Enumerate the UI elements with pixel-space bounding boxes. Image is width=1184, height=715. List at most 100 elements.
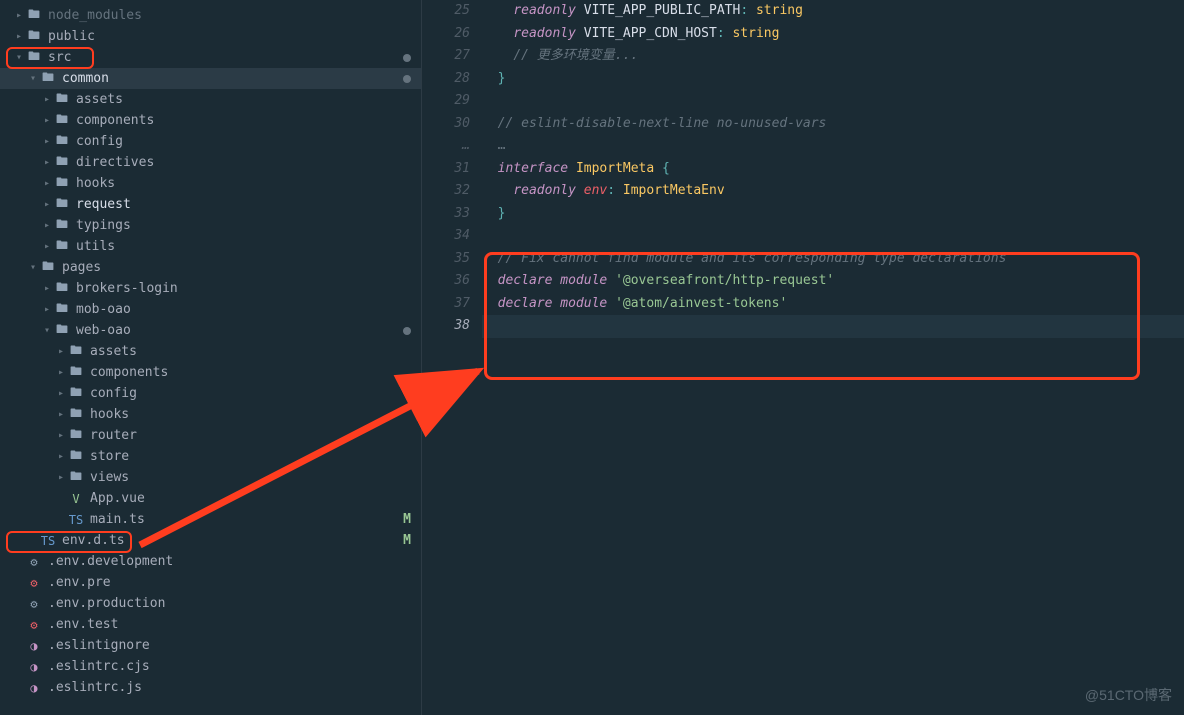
tree-item-label: utils bbox=[76, 239, 411, 254]
tree-item-directives[interactable]: ▸🖿directives bbox=[0, 152, 421, 173]
tree-item--eslintrc-cjs[interactable]: ◑.eslintrc.cjs bbox=[0, 656, 421, 677]
chevron-right-icon: ▸ bbox=[42, 304, 52, 315]
tree-item-label: components bbox=[76, 113, 411, 128]
line-number: 25 bbox=[422, 0, 480, 23]
tree-item-store[interactable]: ▸🖿store bbox=[0, 446, 421, 467]
tree-item-node-modules[interactable]: ▸🖿node_modules bbox=[0, 5, 421, 26]
tree-item-label: App.vue bbox=[90, 491, 411, 506]
tree-item-config[interactable]: ▸🖿config bbox=[0, 383, 421, 404]
tree-item-web-oao[interactable]: ▾🖿 web-oao bbox=[0, 320, 421, 341]
tree-item-label: web-oao bbox=[76, 323, 397, 338]
tree-item-App-vue[interactable]: VApp.vue bbox=[0, 488, 421, 509]
tree-item-label: store bbox=[90, 449, 411, 464]
code-line[interactable]: declare module '@atom/ainvest-tokens' bbox=[482, 293, 1184, 316]
tree-item--env-production[interactable]: ⚙ .env.production bbox=[0, 593, 421, 614]
tree-item-env-d-ts[interactable]: TSenv.d.tsM bbox=[0, 530, 421, 551]
folder-icon: 🖿 bbox=[68, 467, 84, 488]
tree-item--eslintrc-js[interactable]: ◑ .eslintrc.js bbox=[0, 677, 421, 698]
tree-item-hooks[interactable]: ▸🖿hooks bbox=[0, 173, 421, 194]
code-line[interactable]: // Fix cannot find module and its corres… bbox=[482, 248, 1184, 271]
tree-item-label: pages bbox=[62, 260, 411, 275]
folder-icon: 🖿 bbox=[68, 404, 84, 425]
chevron-right-icon: ▸ bbox=[42, 199, 52, 210]
code-line[interactable] bbox=[482, 315, 1184, 338]
code-line[interactable]: readonly VITE_APP_PUBLIC_PATH: string bbox=[482, 0, 1184, 23]
line-number: 32 bbox=[422, 180, 480, 203]
folder-icon: 🖿 bbox=[54, 131, 70, 152]
tree-item-assets[interactable]: ▸🖿assets bbox=[0, 89, 421, 110]
folder-icon: 🖿 bbox=[54, 173, 70, 194]
tree-item-label: .eslintrc.cjs bbox=[48, 659, 411, 674]
tree-item-label: .eslintignore bbox=[48, 638, 411, 653]
tree-item-router[interactable]: ▸🖿router bbox=[0, 425, 421, 446]
tree-item-label: node_modules bbox=[48, 8, 411, 23]
tree-item-label: main.ts bbox=[90, 512, 397, 527]
modified-dot-icon bbox=[403, 75, 411, 83]
folder-icon: 🖿 bbox=[54, 110, 70, 131]
tree-item-components[interactable]: ▸🖿components bbox=[0, 362, 421, 383]
env-file-icon: ⚙ bbox=[26, 597, 42, 611]
code-line[interactable]: readonly VITE_APP_CDN_HOST: string bbox=[482, 23, 1184, 46]
tree-item-public[interactable]: ▸🖿public bbox=[0, 26, 421, 47]
tree-item-request[interactable]: ▸🖿request bbox=[0, 194, 421, 215]
ts-file-icon: TS bbox=[68, 513, 84, 527]
tree-item-typings[interactable]: ▸🖿typings bbox=[0, 215, 421, 236]
git-status-badge: M bbox=[403, 533, 411, 548]
tree-item--env-development[interactable]: ⚙.env.development bbox=[0, 551, 421, 572]
tree-item--eslintignore[interactable]: ◑.eslintignore bbox=[0, 635, 421, 656]
chevron-down-icon: ▾ bbox=[28, 73, 38, 84]
tree-item-label: config bbox=[76, 134, 411, 149]
tree-item-label: src bbox=[48, 50, 397, 65]
tree-item-views[interactable]: ▸🖿views bbox=[0, 467, 421, 488]
tree-item-label: .env.development bbox=[48, 554, 411, 569]
chevron-right-icon: ▸ bbox=[42, 115, 52, 126]
tree-item-common[interactable]: ▾🖿common bbox=[0, 68, 421, 89]
code-line[interactable]: declare module '@overseafront/http-reque… bbox=[482, 270, 1184, 293]
line-number: 29 bbox=[422, 90, 480, 113]
chevron-right-icon: ▸ bbox=[56, 346, 66, 357]
tree-item--env-test[interactable]: ⚙.env.test bbox=[0, 614, 421, 635]
tree-item-label: .eslintrc.js bbox=[48, 680, 411, 695]
code-editor[interactable]: 252627282930…3132333435363738 readonly V… bbox=[422, 0, 1184, 715]
tree-item-label: request bbox=[76, 197, 411, 212]
tree-item-utils[interactable]: ▸🖿utils bbox=[0, 236, 421, 257]
tree-item--env-pre[interactable]: ⚙.env.pre bbox=[0, 572, 421, 593]
chevron-down-icon: ▾ bbox=[42, 325, 52, 336]
chevron-right-icon: ▸ bbox=[42, 220, 52, 231]
tree-item-label: brokers-login bbox=[76, 281, 411, 296]
folder-icon: 🖿 bbox=[40, 257, 56, 278]
tree-item-pages[interactable]: ▾🖿pages bbox=[0, 257, 421, 278]
code-line[interactable]: } bbox=[482, 68, 1184, 91]
code-area[interactable]: readonly VITE_APP_PUBLIC_PATH: string re… bbox=[482, 0, 1184, 715]
eslint-file-icon: ◑ bbox=[26, 681, 42, 695]
code-line[interactable] bbox=[482, 225, 1184, 248]
folder-icon: 🖿 bbox=[54, 320, 70, 341]
code-line[interactable]: readonly env: ImportMetaEnv bbox=[482, 180, 1184, 203]
code-line[interactable] bbox=[482, 90, 1184, 113]
chevron-right-icon: ▸ bbox=[56, 451, 66, 462]
line-number: 35 bbox=[422, 248, 480, 271]
tree-item-label: mob-oao bbox=[76, 302, 411, 317]
tree-item-hooks[interactable]: ▸🖿hooks bbox=[0, 404, 421, 425]
folder-icon: 🖿 bbox=[40, 68, 56, 89]
tree-item-label: .env.production bbox=[48, 596, 411, 611]
code-line[interactable]: } bbox=[482, 203, 1184, 226]
line-number: 26 bbox=[422, 23, 480, 46]
tree-item-mob-oao[interactable]: ▸🖿mob-oao bbox=[0, 299, 421, 320]
tree-item-label: hooks bbox=[90, 407, 411, 422]
code-line[interactable]: // eslint-disable-next-line no-unused-va… bbox=[482, 113, 1184, 136]
tree-item-assets[interactable]: ▸🖿assets bbox=[0, 341, 421, 362]
folder-icon: 🖿 bbox=[54, 89, 70, 110]
code-line[interactable]: interface ImportMeta { bbox=[482, 158, 1184, 181]
tree-item-config[interactable]: ▸🖿 config bbox=[0, 131, 421, 152]
tree-item-src[interactable]: ▾🖿src bbox=[0, 47, 421, 68]
code-line[interactable]: // 更多环境变量... bbox=[482, 45, 1184, 68]
line-number: 33 bbox=[422, 203, 480, 226]
tree-item-main-ts[interactable]: TSmain.tsM bbox=[0, 509, 421, 530]
chevron-right-icon: ▸ bbox=[42, 136, 52, 147]
file-explorer-sidebar[interactable]: ▸🖿node_modules▸🖿public▾🖿src▾🖿common▸🖿ass… bbox=[0, 0, 422, 715]
tree-item-components[interactable]: ▸🖿 components bbox=[0, 110, 421, 131]
chevron-right-icon: ▸ bbox=[42, 157, 52, 168]
tree-item-brokers-login[interactable]: ▸🖿brokers-login bbox=[0, 278, 421, 299]
chevron-right-icon: ▸ bbox=[14, 31, 24, 42]
